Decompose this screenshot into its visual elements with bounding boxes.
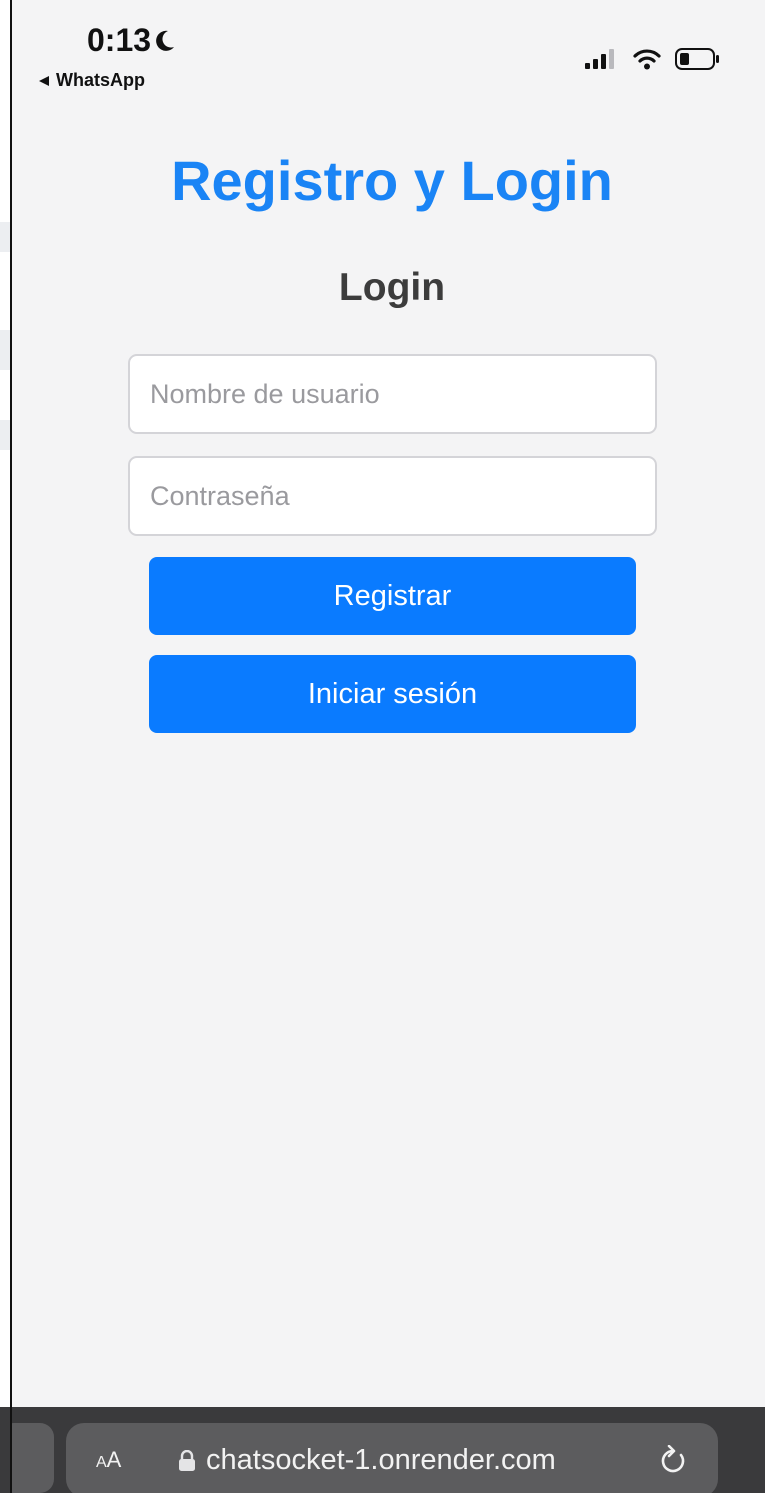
lock-icon [178,1450,196,1472]
moon-icon [155,30,175,52]
status-indicators [585,48,719,70]
address-bar[interactable]: AA chatsocket-1.onrender.com [66,1423,718,1493]
background-window-edge [0,0,10,1493]
background-toolbar-edge [0,1407,10,1493]
section-title: Login [338,266,446,309]
previous-tab[interactable] [12,1423,54,1493]
battery-icon [675,48,719,70]
url-text: chatsocket-1.onrender.com [206,1444,556,1476]
phone-screen: 0:13 WhatsApp Registro y Login Login Nom… [12,0,765,1493]
text-size-big-label: A [106,1447,122,1472]
back-triangle-icon [38,75,50,87]
status-time: 0:13 [87,22,175,59]
login-button[interactable]: Iniciar sesión [149,655,636,733]
text-size-small-label: A [96,1454,107,1471]
browser-toolbar: AA chatsocket-1.onrender.com [12,1407,765,1493]
signal-icon [585,49,619,69]
page-title: Registro y Login [171,149,613,212]
status-time-text: 0:13 [87,22,152,58]
wifi-icon [633,48,661,70]
background-row [0,222,10,252]
screenshot: 0:13 WhatsApp Registro y Login Login Nom… [0,0,765,1493]
password-input[interactable] [128,456,657,536]
text-size-button[interactable]: AA [96,1445,121,1478]
back-to-app-button[interactable]: WhatsApp [38,70,145,91]
username-input[interactable] [128,354,657,434]
background-row [0,420,10,450]
back-app-label: WhatsApp [56,70,145,90]
register-button[interactable]: Registrar [149,557,636,635]
reload-icon[interactable] [659,1445,687,1475]
background-row [0,330,10,370]
